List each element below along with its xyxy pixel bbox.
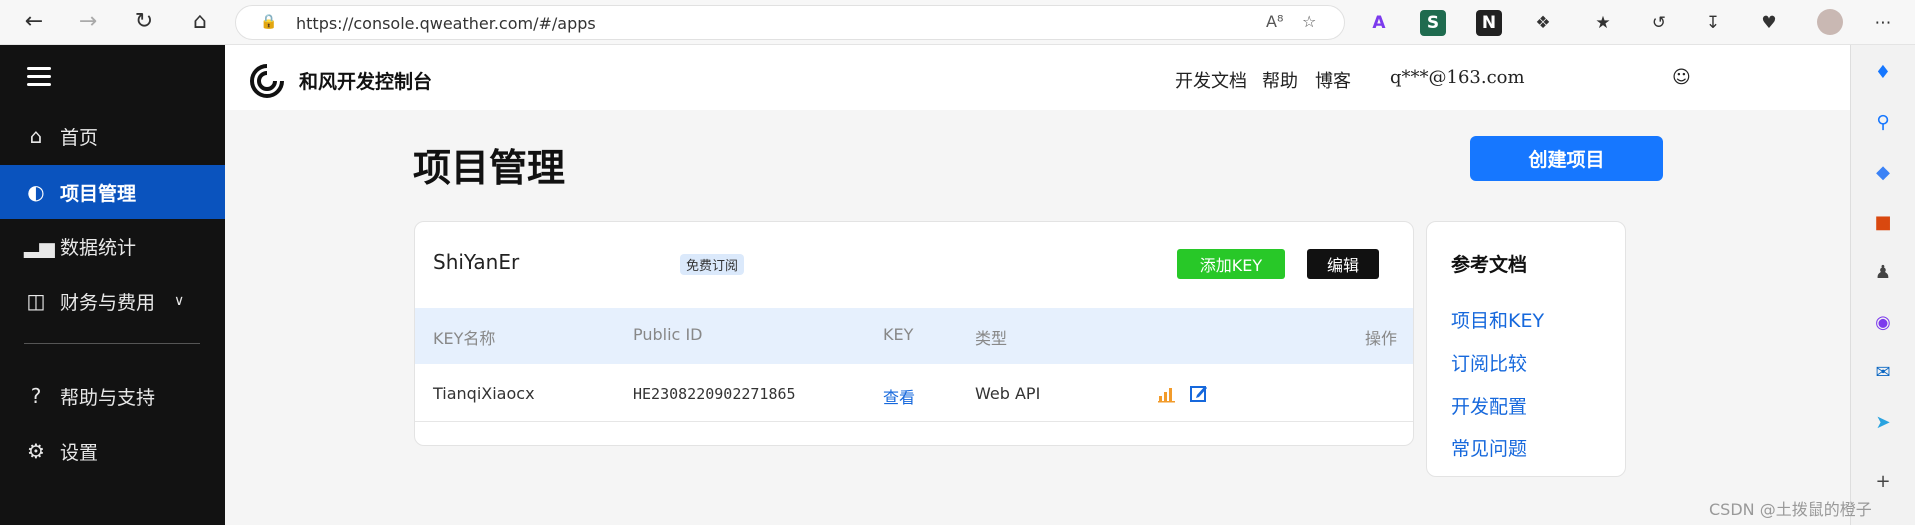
sidebar-item-projects[interactable]: ◐ 项目管理 — [0, 165, 225, 219]
user-account[interactable]: q***@163.com — [1390, 67, 1525, 88]
read-aloud-icon[interactable]: A⁸ — [1266, 12, 1283, 31]
add-icon[interactable]: + — [1871, 470, 1895, 494]
brand-title[interactable]: 和风开发控制台 — [299, 67, 432, 94]
table-row: TianqiXiaocx HE2308220902271865 查看 Web A… — [415, 364, 1413, 422]
chevron-down-icon: ∨ — [174, 293, 185, 309]
column-header: 操作 — [1365, 329, 1398, 348]
table-header: KEY名称 Public ID KEY 类型 操作 — [415, 308, 1413, 364]
back-icon[interactable]: ← — [20, 9, 48, 35]
main-content: 和风开发控制台 开发文档 帮助 博客 ☺ q***@163.com 项目管理 创… — [225, 45, 1850, 525]
blog-link[interactable]: 博客 — [1315, 67, 1351, 93]
history-icon[interactable]: ↺ — [1646, 10, 1672, 36]
public-id-cell: HE2308220902271865 — [633, 385, 796, 403]
hamburger-menu-icon[interactable] — [27, 67, 51, 87]
home-icon[interactable]: ⌂ — [186, 9, 214, 35]
sidebar-item-label: 设置 — [60, 441, 99, 464]
column-header: KEY — [883, 325, 914, 344]
sidebar-item-home[interactable]: ⌂ 首页 — [0, 109, 225, 163]
more-icon[interactable]: ⋯ — [1870, 10, 1896, 36]
sidebar-item-help[interactable]: ? 帮助与支持 — [0, 369, 225, 423]
sidebar-item-label: 帮助与支持 — [60, 386, 156, 409]
extension-s-icon[interactable]: S — [1420, 10, 1446, 36]
wallet-icon: ◫ — [26, 289, 46, 313]
address-bar[interactable]: 🔒 https://console.qweather.com/#/apps A⁸… — [235, 5, 1345, 40]
column-header: KEY名称 — [433, 329, 496, 348]
home-icon: ⌂ — [29, 124, 43, 148]
sidebar: ⌂ 首页 ◐ 项目管理 ▂▅ 数据统计 ◫ 财务与费用 ∨ ? 帮助与支持 ⚙ … — [0, 45, 225, 525]
sidebar-item-label: 数据统计 — [60, 236, 137, 259]
qweather-logo-icon — [250, 64, 284, 98]
help-link[interactable]: 帮助 — [1262, 67, 1298, 93]
sidebar-item-label: 首页 — [60, 126, 99, 149]
column-header: 类型 — [975, 329, 1008, 348]
lock-icon: 🔒 — [260, 14, 278, 30]
reference-title: 参考文档 — [1451, 254, 1528, 276]
favorites-icon[interactable]: ★ — [1590, 10, 1616, 36]
watermark: CSDN @土拨鼠的橙子 — [1709, 500, 1872, 519]
status-badge: 免费订阅 — [680, 254, 745, 275]
sidebar-divider — [24, 343, 200, 344]
reference-link-project-key[interactable]: 项目和KEY — [1451, 306, 1544, 333]
games-icon[interactable]: ♟ — [1871, 261, 1895, 285]
stats-icon[interactable] — [1157, 383, 1177, 403]
page-title: 项目管理 — [413, 146, 566, 190]
notion-icon[interactable]: N — [1476, 10, 1502, 36]
toolbox-icon[interactable]: ■ — [1871, 211, 1895, 235]
user-icon[interactable]: ☺ — [1672, 67, 1691, 88]
project-name: ShiYanEr — [433, 250, 520, 274]
outlook-icon[interactable]: ✉ — [1871, 361, 1895, 385]
copilot-icon[interactable]: ◉ — [1871, 311, 1895, 335]
downloads-icon[interactable]: ↧ — [1700, 10, 1726, 36]
add-key-button[interactable]: 添加KEY — [1177, 249, 1285, 279]
edit-icon[interactable] — [1189, 383, 1209, 403]
view-key-link[interactable]: 查看 — [883, 384, 915, 408]
chart-icon: ▂▅ — [24, 234, 55, 258]
forward-icon[interactable]: → — [74, 9, 102, 35]
refresh-icon[interactable]: ↻ — [130, 9, 158, 35]
reference-link-subscription-compare[interactable]: 订阅比较 — [1451, 349, 1527, 376]
reference-link-faq[interactable]: 常见问题 — [1451, 434, 1527, 461]
sidebar-item-label: 财务与费用 — [60, 291, 156, 314]
column-header: Public ID — [633, 325, 703, 344]
project-card: ShiYanEr 免费订阅 添加KEY 编辑 KEY名称 Public ID K… — [414, 221, 1414, 446]
help-icon: ? — [30, 384, 42, 408]
extension-a-icon[interactable]: A — [1366, 10, 1392, 36]
profile-icon[interactable] — [1817, 9, 1843, 35]
add-favorite-icon[interactable]: ☆ — [1302, 12, 1316, 31]
edit-project-button[interactable]: 编辑 — [1307, 249, 1379, 279]
bell-icon[interactable]: ♦ — [1871, 61, 1895, 85]
url-text[interactable]: https://console.qweather.com/#/apps — [296, 14, 596, 33]
reference-link-dev-config[interactable]: 开发配置 — [1451, 392, 1527, 419]
sidebar-item-label: 项目管理 — [60, 182, 137, 205]
sidebar-item-finance[interactable]: ◫ 财务与费用 ∨ — [0, 274, 225, 328]
extensions-icon[interactable]: ❖ — [1530, 10, 1556, 36]
sidebar-item-settings[interactable]: ⚙ 设置 — [0, 424, 225, 478]
gear-icon: ⚙ — [27, 439, 45, 463]
key-name-cell: TianqiXiaocx — [433, 384, 535, 403]
performance-icon[interactable]: ♥ — [1756, 10, 1782, 36]
project-icon: ◐ — [27, 180, 45, 204]
create-project-button[interactable]: 创建项目 — [1470, 136, 1663, 181]
sidebar-item-stats[interactable]: ▂▅ 数据统计 — [0, 219, 225, 273]
browser-toolbar: ← → ↻ ⌂ 🔒 https://console.qweather.com/#… — [0, 0, 1915, 45]
reference-card: 参考文档 项目和KEY 订阅比较 开发配置 常见问题 — [1426, 221, 1626, 477]
docs-link[interactable]: 开发文档 — [1175, 67, 1247, 93]
browser-side-rail: ♦ ⚲ ◆ ■ ♟ ◉ ✉ ➤ + — [1850, 45, 1915, 525]
send-icon[interactable]: ➤ — [1871, 411, 1895, 435]
tag-icon[interactable]: ◆ — [1871, 161, 1895, 185]
key-type-cell: Web API — [975, 384, 1041, 403]
header: 和风开发控制台 开发文档 帮助 博客 ☺ q***@163.com — [225, 45, 1850, 110]
search-icon[interactable]: ⚲ — [1871, 111, 1895, 135]
